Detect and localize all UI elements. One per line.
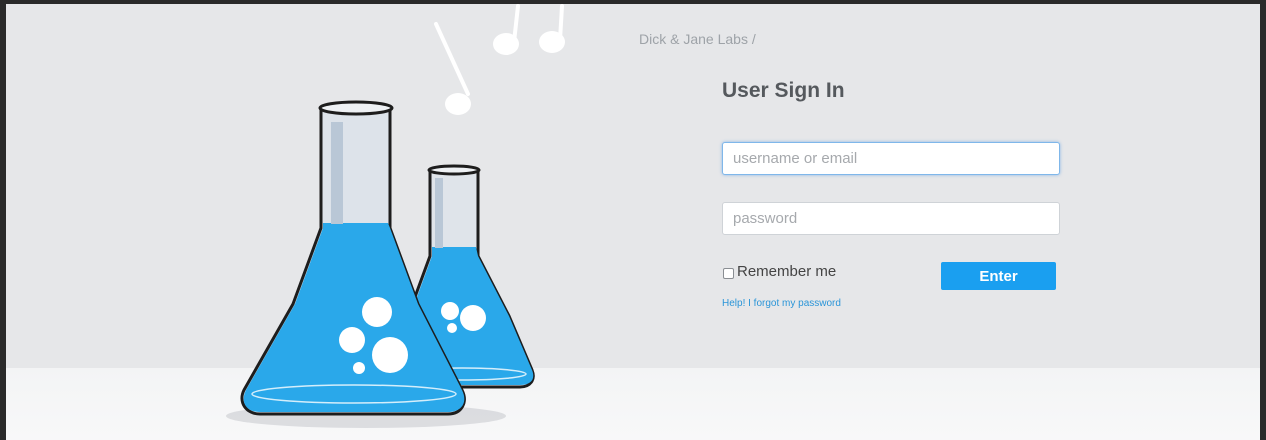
remember-me-label: Remember me (737, 263, 837, 280)
remember-me-checkbox[interactable] (723, 268, 734, 279)
remember-me[interactable]: Remember me (722, 263, 836, 280)
beakers-illustration (226, 4, 565, 428)
username-input[interactable] (722, 142, 1060, 175)
music-notes-icon (434, 4, 565, 115)
enter-button[interactable]: Enter (941, 262, 1056, 290)
breadcrumb[interactable]: Dick & Jane Labs / (639, 31, 756, 47)
page-title: User Sign In (722, 79, 845, 102)
password-input[interactable] (722, 202, 1060, 235)
login-page: Dick & Jane Labs / User Sign In Remember… (6, 4, 1260, 440)
forgot-password-link[interactable]: Help! I forgot my password (722, 298, 841, 309)
